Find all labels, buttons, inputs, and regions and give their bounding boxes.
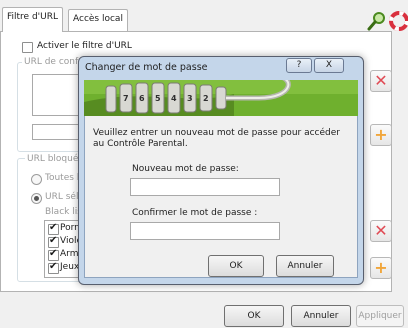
category-checkbox[interactable] — [48, 261, 59, 274]
category-label: Porn — [60, 223, 80, 233]
confirm-password-label: Confirmer le mot de passe : — [132, 208, 258, 218]
add-url-button[interactable]: + — [370, 124, 392, 146]
svg-text:5: 5 — [155, 94, 161, 103]
svg-text:3: 3 — [187, 94, 193, 103]
tab-url-filter[interactable]: Filtre d'URL — [2, 7, 63, 32]
help-button[interactable]: ? — [286, 58, 312, 73]
tab-bar: Filtre d'URL Accès local — [0, 0, 408, 32]
enable-filter-checkbox[interactable] — [22, 42, 33, 53]
url-list[interactable] — [32, 74, 82, 116]
category-checkbox[interactable] — [48, 222, 59, 235]
dialog-ok-button[interactable]: OK — [208, 255, 264, 277]
category-checkbox[interactable] — [48, 248, 59, 261]
delete-blacklist-button[interactable]: ✕ — [370, 220, 392, 242]
blocked-group-label: URL bloquée — [25, 154, 86, 164]
enable-filter-label: Activer le filtre d'URL — [37, 41, 132, 51]
blacklist-label: Black lis — [45, 207, 82, 217]
dialog-title: Changer de mot de passe — [85, 62, 208, 73]
cancel-button[interactable]: Annuler — [291, 305, 351, 327]
svg-text:4: 4 — [171, 94, 177, 103]
search-icon[interactable] — [366, 10, 388, 32]
dialog-cancel-button[interactable]: Annuler — [276, 255, 334, 277]
svg-text:6: 6 — [139, 94, 145, 103]
url-group-label: URL de conf — [22, 57, 81, 67]
tab-local-access-label: Accès local — [73, 14, 123, 24]
add-blacklist-button[interactable]: + — [370, 257, 392, 279]
close-button[interactable]: X — [314, 58, 344, 73]
category-label: Jeux — [60, 262, 80, 272]
new-password-field[interactable] — [130, 178, 280, 196]
ok-button[interactable]: OK — [224, 305, 284, 327]
padlock-icon: 7 6 5 4 3 2 — [84, 80, 358, 116]
apply-button[interactable]: Appliquer — [356, 305, 404, 327]
tab-url-filter-label: Filtre d'URL — [7, 12, 58, 22]
padlock-banner: 7 6 5 4 3 2 — [84, 80, 358, 116]
radio-all-label: Toutes l — [45, 173, 80, 183]
radio-all[interactable] — [31, 174, 42, 185]
url-input[interactable] — [32, 124, 82, 140]
lifebuoy-icon[interactable] — [388, 10, 408, 32]
svg-text:2: 2 — [203, 94, 209, 103]
tab-local-access[interactable]: Accès local — [68, 9, 128, 31]
svg-text:7: 7 — [123, 94, 129, 103]
new-password-label: Nouveau mot de passe: — [132, 164, 239, 174]
radio-selected[interactable] — [31, 193, 42, 204]
category-checkbox[interactable] — [48, 235, 59, 248]
confirm-password-field[interactable] — [130, 222, 280, 240]
dialog-message: Veuillez entrer un nouveau mot de passe … — [93, 128, 340, 149]
delete-url-button[interactable]: ✕ — [370, 70, 392, 92]
